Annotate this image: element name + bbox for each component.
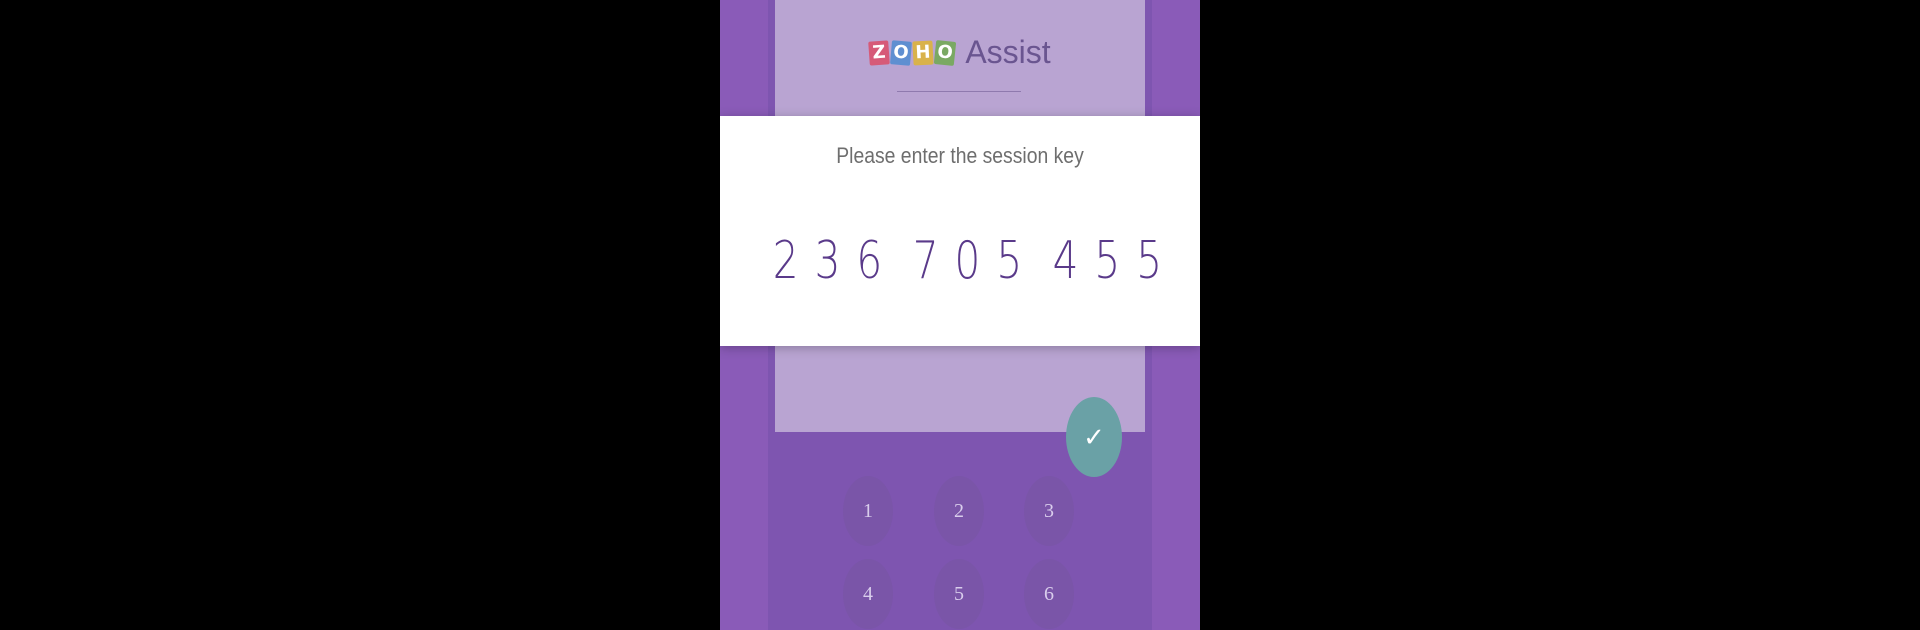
confirm-button[interactable]: ✓ bbox=[1066, 397, 1122, 477]
keypad-key-1[interactable]: 1 bbox=[843, 476, 893, 546]
logo-letter-o2: O bbox=[934, 39, 957, 66]
zoho-assist-logo: Z O H O Assist bbox=[720, 34, 1200, 71]
dialog-title: Please enter the session key bbox=[836, 143, 1084, 168]
keypad-key-3[interactable]: 3 bbox=[1024, 476, 1074, 546]
check-icon: ✓ bbox=[1083, 421, 1105, 452]
keypad-key-2[interactable]: 2 bbox=[934, 476, 984, 546]
divider bbox=[897, 91, 1021, 92]
keypad-key-5[interactable]: 5 bbox=[934, 559, 984, 629]
logo-letter-o: O bbox=[890, 39, 913, 66]
logo-letter-z: Z bbox=[868, 39, 891, 66]
logo-product-name: Assist bbox=[965, 34, 1051, 70]
session-key-value[interactable]: 2 3 6 7 0 5 4 5 5 bbox=[773, 231, 1162, 291]
keypad-key-6[interactable]: 6 bbox=[1024, 559, 1074, 629]
session-key-dialog: Please enter the session key 2 3 6 7 0 5… bbox=[720, 116, 1200, 346]
keypad-key-4[interactable]: 4 bbox=[843, 559, 893, 629]
logo-letter-h: H bbox=[912, 39, 934, 66]
